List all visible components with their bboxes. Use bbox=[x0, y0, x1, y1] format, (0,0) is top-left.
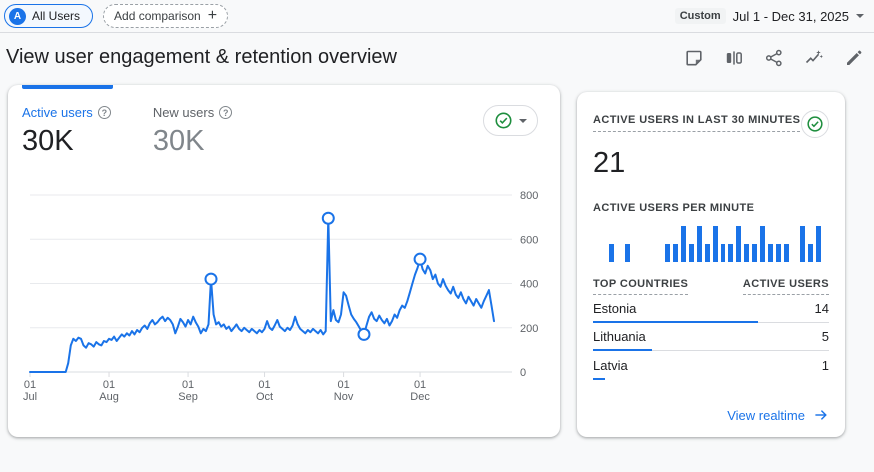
active-users-column-header: ACTIVE USERS bbox=[743, 278, 829, 295]
minute-bar bbox=[721, 244, 726, 262]
countries-table-header: TOP COUNTRIES ACTIVE USERS bbox=[593, 278, 829, 295]
new-users-label: New users bbox=[153, 105, 214, 120]
help-icon[interactable]: ? bbox=[219, 106, 232, 119]
share-icon[interactable] bbox=[763, 47, 784, 68]
realtime-header-label: ACTIVE USERS IN LAST 30 MINUTES bbox=[593, 114, 800, 132]
country-name: Lithuania bbox=[593, 329, 646, 344]
edit-icon[interactable] bbox=[843, 47, 864, 68]
metric-tab-new-users[interactable]: New users ? 30K bbox=[153, 105, 232, 158]
svg-text:01: 01 bbox=[103, 379, 115, 391]
page-title: View user engagement & retention overvie… bbox=[6, 46, 397, 69]
date-range-picker[interactable]: Custom Jul 1 - Dec 31, 2025 bbox=[675, 8, 864, 24]
active-metric-tab-indicator bbox=[22, 85, 113, 89]
minute-bar bbox=[816, 226, 821, 262]
metric-tab-active-users[interactable]: Active users ? 30K bbox=[22, 105, 111, 158]
svg-text:01: 01 bbox=[258, 379, 270, 391]
minute-bar bbox=[744, 244, 749, 262]
new-users-value: 30K bbox=[153, 125, 232, 158]
help-icon[interactable]: ? bbox=[98, 106, 111, 119]
active-users-per-minute-chart[interactable] bbox=[593, 226, 829, 262]
chevron-down-icon bbox=[856, 14, 864, 18]
insights-icon[interactable] bbox=[803, 47, 824, 68]
minute-bar bbox=[681, 226, 686, 262]
per-minute-label: ACTIVE USERS PER MINUTE bbox=[593, 202, 829, 214]
minute-bar bbox=[776, 244, 781, 262]
minute-bar bbox=[752, 244, 757, 262]
check-circle-icon bbox=[806, 115, 824, 133]
minute-bar bbox=[665, 244, 670, 262]
country-users: 5 bbox=[822, 329, 829, 344]
table-row[interactable]: Lithuania 5 bbox=[593, 323, 829, 351]
view-realtime-label: View realtime bbox=[727, 408, 805, 423]
minute-bar bbox=[609, 244, 614, 262]
country-users: 14 bbox=[815, 301, 829, 316]
active-users-value: 30K bbox=[22, 125, 111, 158]
data-quality-dropdown[interactable] bbox=[483, 105, 538, 136]
svg-text:600: 600 bbox=[520, 234, 538, 246]
audience-avatar: A bbox=[9, 8, 26, 25]
chevron-down-icon bbox=[519, 119, 527, 123]
country-name: Latvia bbox=[593, 358, 628, 373]
svg-text:Sep: Sep bbox=[178, 391, 198, 403]
svg-text:Nov: Nov bbox=[334, 391, 354, 403]
active-users-chart-card: Active users ? 30K New users ? 30K bbox=[8, 85, 560, 437]
svg-text:Oct: Oct bbox=[256, 391, 273, 403]
minute-bar bbox=[697, 226, 702, 262]
realtime-card: ACTIVE USERS IN LAST 30 MINUTES 21 ACTIV… bbox=[577, 92, 845, 437]
svg-text:Dec: Dec bbox=[410, 391, 430, 403]
minute-bar bbox=[800, 226, 805, 262]
view-realtime-link[interactable]: View realtime bbox=[727, 407, 829, 423]
svg-text:01: 01 bbox=[414, 379, 426, 391]
svg-text:01: 01 bbox=[24, 379, 36, 391]
table-row[interactable]: Estonia 14 bbox=[593, 295, 829, 323]
minute-bar bbox=[784, 244, 789, 262]
date-range-mode-badge: Custom bbox=[675, 8, 726, 24]
minute-bar bbox=[760, 226, 765, 262]
svg-text:Aug: Aug bbox=[99, 391, 119, 403]
svg-text:200: 200 bbox=[520, 323, 538, 335]
minute-bar bbox=[713, 226, 718, 262]
notes-icon[interactable] bbox=[683, 47, 704, 68]
minute-bar bbox=[736, 226, 741, 262]
metric-selector-row: Active users ? 30K New users ? 30K bbox=[8, 85, 560, 158]
country-users: 1 bbox=[822, 358, 829, 373]
report-content: Active users ? 30K New users ? 30K bbox=[0, 79, 874, 437]
svg-text:Jul: Jul bbox=[23, 391, 37, 403]
active-users-line-chart[interactable]: 020040060080001Jul01Aug01Sep01Oct01Nov01… bbox=[8, 185, 560, 407]
comparison-icon[interactable] bbox=[723, 47, 744, 68]
arrow-right-icon bbox=[813, 407, 829, 423]
minute-bar bbox=[689, 244, 694, 262]
date-range-label: Jul 1 - Dec 31, 2025 bbox=[733, 9, 849, 24]
country-name: Estonia bbox=[593, 301, 636, 316]
minute-bar bbox=[768, 244, 773, 262]
svg-text:01: 01 bbox=[182, 379, 194, 391]
minute-bar bbox=[625, 244, 630, 262]
plus-icon: + bbox=[208, 8, 217, 24]
audience-chips: A All Users Add comparison + bbox=[4, 4, 228, 28]
audience-chip-all-users[interactable]: A All Users bbox=[4, 4, 93, 28]
top-countries-column-header: TOP COUNTRIES bbox=[593, 278, 688, 295]
realtime-active-users-count: 21 bbox=[593, 147, 829, 180]
svg-text:800: 800 bbox=[520, 190, 538, 202]
audience-chip-label: All Users bbox=[32, 9, 80, 23]
title-bar: View user engagement & retention overvie… bbox=[0, 33, 874, 79]
report-actions bbox=[683, 47, 864, 68]
country-bar bbox=[593, 378, 605, 381]
add-comparison-button[interactable]: Add comparison + bbox=[103, 4, 228, 28]
check-circle-icon bbox=[494, 111, 513, 130]
svg-text:0: 0 bbox=[520, 367, 526, 379]
realtime-status-badge[interactable] bbox=[801, 110, 829, 138]
add-comparison-label: Add comparison bbox=[114, 9, 201, 23]
minute-bar bbox=[728, 244, 733, 262]
table-row[interactable]: Latvia 1 bbox=[593, 351, 829, 379]
svg-text:01: 01 bbox=[337, 379, 349, 391]
minute-bar bbox=[673, 244, 678, 262]
minute-bar bbox=[705, 244, 710, 262]
minute-bar bbox=[808, 244, 813, 262]
top-bar: A All Users Add comparison + Custom Jul … bbox=[0, 0, 874, 33]
active-users-label: Active users bbox=[22, 105, 93, 120]
svg-text:400: 400 bbox=[520, 279, 538, 291]
